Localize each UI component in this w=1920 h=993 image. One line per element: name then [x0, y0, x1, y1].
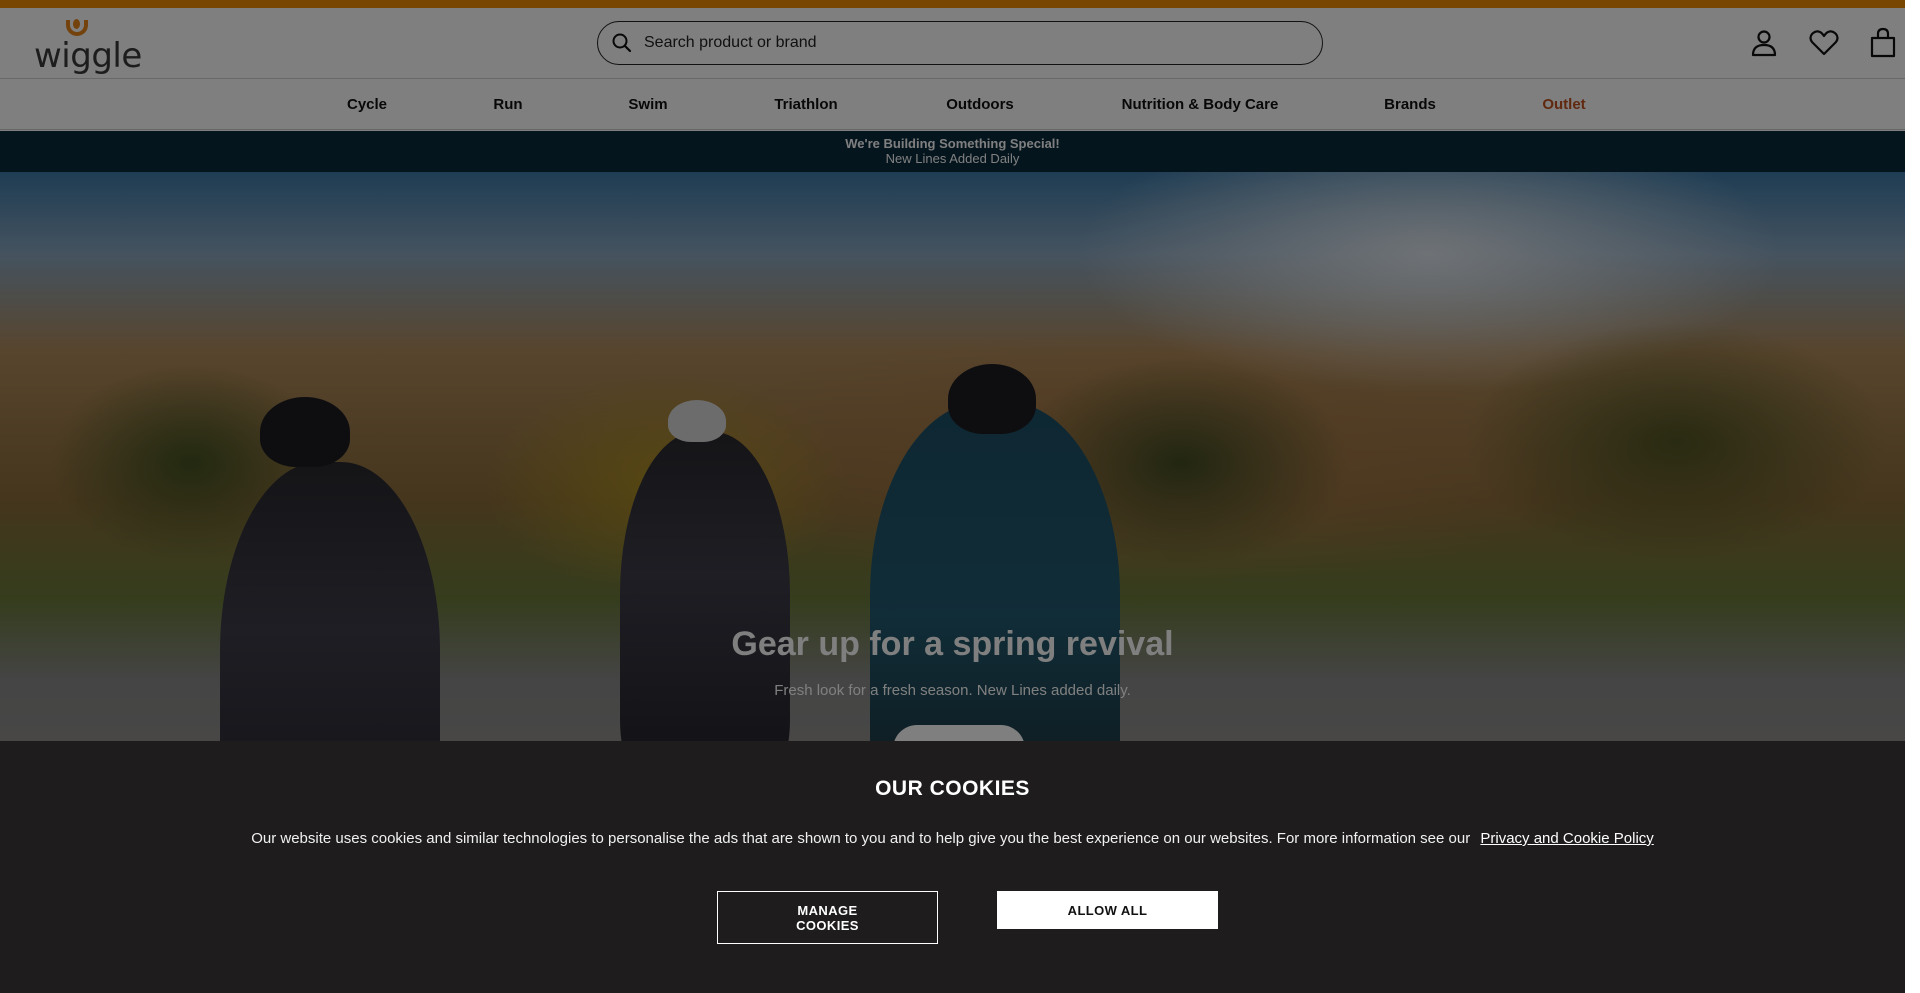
cookie-description: Our website uses cookies and similar tec…	[0, 830, 1905, 847]
manage-label-line1: MANAGE	[797, 902, 858, 918]
allow-all-button[interactable]: ALLOW ALL	[997, 891, 1218, 929]
cookie-description-text: Our website uses cookies and similar tec…	[251, 830, 1471, 847]
page: wiggle Cycle Run Swim Triathlon Outdoors…	[0, 0, 1905, 993]
privacy-policy-link[interactable]: Privacy and Cookie Policy	[1480, 830, 1653, 847]
cookie-title: OUR COOKIES	[875, 777, 1030, 800]
manage-cookies-button[interactable]: MANAGE COOKIES	[717, 891, 938, 944]
manage-label-line2: COOKIES	[796, 917, 859, 933]
cookie-banner: OUR COOKIES Our website uses cookies and…	[0, 741, 1905, 993]
scrollbar-gutter[interactable]	[1905, 0, 1920, 993]
